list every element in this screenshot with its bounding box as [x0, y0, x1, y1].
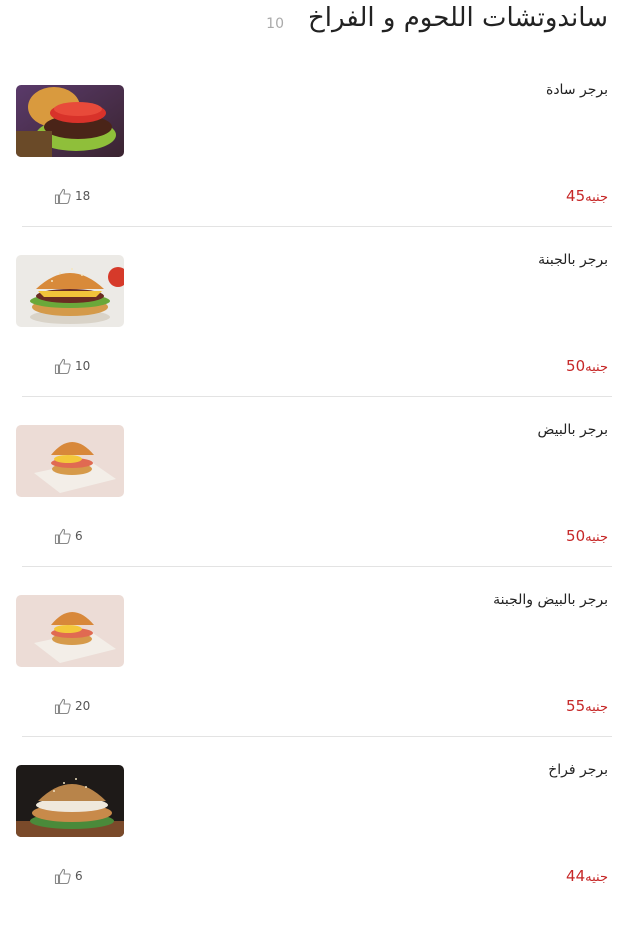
category-title: ساندوتشات اللحوم و الفراخ — [307, 3, 608, 33]
menu-item[interactable]: برجر سادة 45جنيه 18 — [0, 82, 624, 255]
item-image-cheese-burger[interactable] — [16, 255, 124, 327]
price-value: 50 — [566, 357, 586, 375]
like-button[interactable]: 10 — [54, 357, 90, 375]
currency-label: جنيه — [585, 870, 608, 885]
item-price: 44جنيه — [566, 867, 608, 885]
menu-item[interactable]: برجر فراخ 44جنيه 6 — [0, 762, 624, 935]
like-count: 6 — [75, 529, 83, 543]
currency-label: جنيه — [585, 360, 608, 375]
item-price: 50جنيه — [566, 527, 608, 545]
currency-label: جنيه — [585, 190, 608, 205]
item-image-plain-burger[interactable] — [16, 85, 124, 157]
item-price: 45جنيه — [566, 187, 608, 205]
item-name: برجر بالبيض والجبنة — [493, 592, 608, 608]
item-name: برجر بالبيض — [537, 422, 608, 438]
like-button[interactable]: 18 — [54, 187, 90, 205]
price-value: 50 — [566, 527, 586, 545]
like-count: 6 — [75, 869, 83, 883]
thumbs-up-icon — [54, 357, 72, 375]
item-image-egg-burger[interactable] — [16, 425, 124, 497]
like-count: 18 — [75, 189, 91, 203]
item-name: برجر سادة — [545, 82, 608, 98]
menu-item[interactable]: برجر بالجبنة 50جنيه 10 — [0, 252, 624, 425]
thumbs-up-icon — [54, 867, 72, 885]
item-image-chicken-burger[interactable] — [16, 765, 124, 837]
like-button[interactable]: 6 — [54, 527, 83, 545]
item-divider — [22, 226, 612, 227]
item-divider — [22, 396, 612, 397]
price-value: 55 — [566, 697, 586, 715]
menu-item[interactable]: برجر بالبيض 50جنيه 6 — [0, 422, 624, 595]
price-value: 45 — [566, 187, 586, 205]
price-value: 44 — [566, 867, 586, 885]
like-count: 20 — [75, 699, 91, 713]
currency-label: جنيه — [585, 530, 608, 545]
like-button[interactable]: 20 — [54, 697, 90, 715]
like-button[interactable]: 6 — [54, 867, 83, 885]
item-price: 50جنيه — [566, 357, 608, 375]
item-name: برجر بالجبنة — [538, 252, 608, 268]
page-header: ساندوتشات اللحوم و الفراخ 10 — [0, 0, 624, 50]
item-price: 55جنيه — [566, 697, 608, 715]
menu-list: برجر سادة 45جنيه 18 برجر بالجبنة 50جنيه … — [0, 82, 624, 935]
item-name: برجر فراخ — [548, 762, 608, 778]
currency-label: جنيه — [585, 700, 608, 715]
item-divider — [22, 736, 612, 737]
thumbs-up-icon — [54, 697, 72, 715]
item-image-egg-cheese-burger[interactable] — [16, 595, 124, 667]
menu-item[interactable]: برجر بالبيض والجبنة 55جنيه 20 — [0, 592, 624, 765]
item-count: 10 — [266, 16, 284, 32]
like-count: 10 — [75, 359, 91, 373]
item-divider — [22, 566, 612, 567]
thumbs-up-icon — [54, 187, 72, 205]
thumbs-up-icon — [54, 527, 72, 545]
